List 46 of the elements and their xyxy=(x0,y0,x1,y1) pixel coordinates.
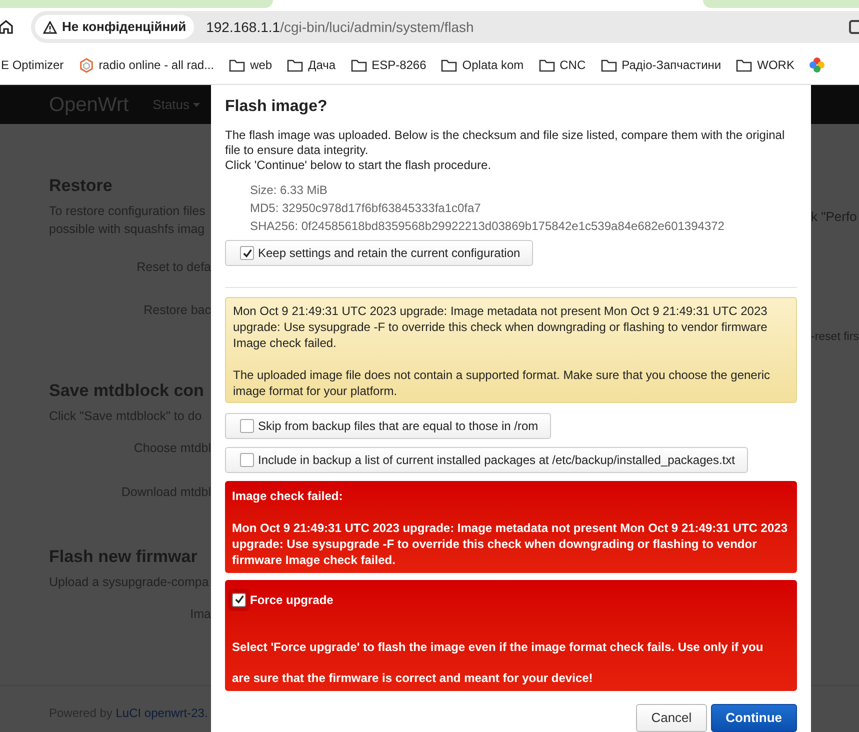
bookmark-item[interactable]: web xyxy=(229,56,272,74)
warning-message: The uploaded image file does not contain a supported format. Make sure that you choose the generic image format for your platform. xyxy=(233,366,771,398)
address-bar[interactable]: Не конфіденційний 192.168.1.1/cgi-bin/luci/admin/system/flash xyxy=(31,11,859,43)
warning-message: Mon Oct 9 21:49:31 UTC 2023 upgrade: Image metadata not present Mon Oct 9 21:49:31 UTC 2023 upgrade: Use sysupgrade -F to override this check when downgrading or flashing to vendor firmware Image check failed. xyxy=(233,302,768,350)
bookmark-item[interactable]: E Optimizer xyxy=(1,56,64,74)
error-message: Mon Oct 9 21:49:31 UTC 2023 upgrade: Image metadata not present Mon Oct 9 21:49:31 UTC 2023 upgrade: Use sysupgrade -F to override this check when downgrading or flashing to vendor firmware Image check failed. xyxy=(232,520,789,568)
continue-button[interactable]: Continue xyxy=(710,704,797,732)
bookmark-item[interactable]: CNC xyxy=(538,56,586,74)
extension-icon[interactable] xyxy=(849,20,859,34)
url-text: 192.168.1.1/cgi-bin/luci/admin/system/flash xyxy=(206,18,474,37)
checkbox[interactable] xyxy=(232,592,246,606)
folder-icon xyxy=(600,58,617,72)
hexagon-icon xyxy=(78,58,94,72)
force-message: are sure that the firmware is correct and meant for your device! xyxy=(232,670,594,686)
folder-icon xyxy=(229,58,246,72)
flower-icon xyxy=(809,57,826,73)
error-title: Image check failed: xyxy=(232,488,344,504)
folder-icon xyxy=(441,58,458,72)
folder-icon xyxy=(736,58,752,72)
dialog-title: Flash image? xyxy=(225,97,328,117)
security-chip[interactable]: Не конфіденційний xyxy=(35,15,194,39)
checkbox-label[interactable]: Force upgrade xyxy=(250,590,334,608)
warning-icon xyxy=(43,20,57,34)
force-message: Select 'Force upgrade' to flash the image even if the image format check fails. Use only if you xyxy=(232,638,764,654)
home-icon[interactable] xyxy=(0,19,14,35)
bookmark-item[interactable]: radio online - all rad... xyxy=(78,56,214,74)
checkbox[interactable] xyxy=(240,418,254,432)
detail-text: SHA256: 0f24585618bd8359568b29922213d03869b175842e1c539a84e682e601394372 xyxy=(250,218,726,235)
bookmark-item[interactable]: Oplata kom xyxy=(441,56,524,74)
detail-text: Size: 6.33 MiB xyxy=(250,182,328,199)
bookmark-item[interactable]: WORK xyxy=(736,56,794,74)
detail-text: MD5: 32950c978d17f6bf63845333fa1c0fa7 xyxy=(250,200,482,217)
bookmark-item[interactable] xyxy=(809,57,826,73)
intro-text: The flash image was uploaded. Below is the checksum and file size listed, compare them with the original file to ensure data integrity. xyxy=(225,128,786,158)
checkbox[interactable] xyxy=(240,452,254,466)
bookmark-item[interactable]: Радіо-Запчастини xyxy=(600,56,722,74)
cancel-button[interactable]: Cancel xyxy=(636,704,707,732)
bookmark-item[interactable]: ESP-8266 xyxy=(350,56,426,74)
security-label: Не конфіденційний xyxy=(62,18,186,36)
caret-icon xyxy=(192,102,200,106)
folder-icon xyxy=(287,58,304,72)
intro-text: Click 'Continue' below to start the flash procedure. xyxy=(225,158,492,173)
checkbox[interactable] xyxy=(240,246,254,260)
folder-icon xyxy=(350,58,367,72)
bookmark-item[interactable]: Дача xyxy=(287,56,336,74)
folder-icon xyxy=(538,58,555,72)
